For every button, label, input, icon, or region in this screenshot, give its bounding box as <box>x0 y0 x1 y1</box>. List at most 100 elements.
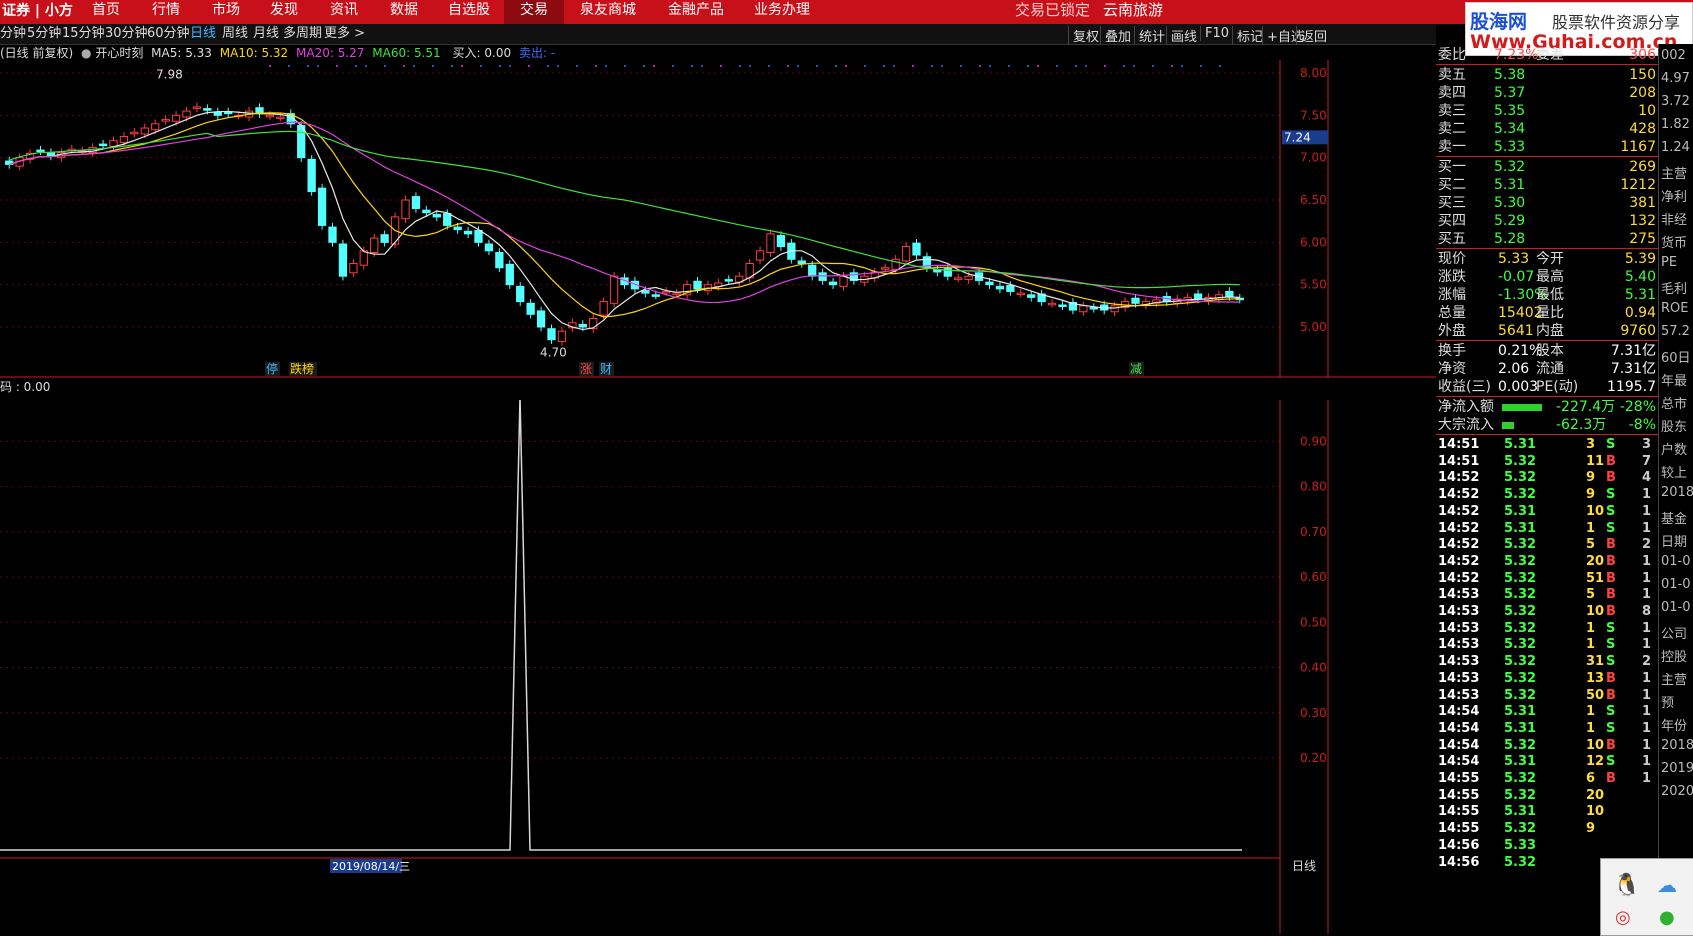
indicator-name[interactable]: 开心时刻 <box>95 46 143 60</box>
buy-row: 买三 5.30 381 <box>1436 194 1658 213</box>
stat-label: 换手 <box>1438 343 1466 359</box>
signal-dot <box>845 65 847 67</box>
tick-count: 7 <box>1642 453 1652 469</box>
tick-count: 1 <box>1642 720 1652 736</box>
swirl-icon[interactable]: ◎ <box>1615 907 1631 928</box>
tick-side: S <box>1606 437 1616 452</box>
tick-time: 14:53 <box>1438 654 1480 670</box>
tick-row: 14:56 5.33 <box>1436 837 1658 855</box>
penguin-icon[interactable]: 🐧 <box>1613 873 1640 898</box>
nav-item-0[interactable]: 首页 <box>92 0 120 24</box>
tick-side: B <box>1606 737 1616 753</box>
toolbar-button-4[interactable]: F10 <box>1200 26 1233 41</box>
tick-time: 14:52 <box>1438 487 1480 503</box>
nav-item-1[interactable]: 行情 <box>152 0 180 24</box>
tick-row: 14:54 5.31 1 S 1 <box>1436 720 1658 738</box>
tick-volume: 3 <box>1586 437 1596 452</box>
candlestick-chart[interactable]: 8.00 7.50 7.00 6.50 6.00 5.50 5.00 7.24 7.98 4.70… <box>0 60 1436 378</box>
sell-row: 卖二 5.34 428 <box>1436 120 1658 139</box>
side-item: 主营 <box>1661 673 1688 688</box>
tick-row: 14:53 5.32 13 B 1 <box>1436 670 1658 688</box>
event-marker[interactable]: 跌榜 <box>290 361 314 376</box>
signal-dot <box>691 65 693 67</box>
period-item-3[interactable]: 30分钟 <box>105 26 148 42</box>
nav-item-7[interactable]: 交易 <box>504 0 564 24</box>
flow-value: -62.3万 <box>1556 417 1607 433</box>
event-marker[interactable]: 减 <box>1130 362 1142 376</box>
period-item-7[interactable]: 月线 <box>253 26 279 42</box>
signal-dot <box>336 65 338 67</box>
candle-body <box>995 285 1005 290</box>
period-toolbar: 分钟 5分钟 15分钟 30分钟 60分钟 日线 周线 月线 多周期 更多 > 复权 叠加 统计 画线 F1… <box>0 24 1436 45</box>
toolbar-button-0[interactable]: 复权 <box>1068 26 1103 45</box>
nav-item-9[interactable]: 金融产品 <box>668 0 724 24</box>
nav-item-10[interactable]: 业务办理 <box>754 0 810 24</box>
signal-dot <box>720 65 722 67</box>
tick-count: 1 <box>1642 754 1652 770</box>
indicator-chart[interactable]: 1.00 0.90 0.80 0.70 0.60 0.50 0.40 0.30 0.20 2019… <box>0 400 1436 934</box>
weibi-row: 委比 7.23% 委差 306 <box>1436 46 1658 65</box>
side-item: 股东 <box>1661 420 1688 435</box>
tick-side: S <box>1606 654 1616 670</box>
toolbar-button-7[interactable]: 返回 <box>1296 26 1331 45</box>
tick-volume: 1 <box>1586 704 1596 720</box>
stat-label: 收益(三) <box>1438 379 1491 395</box>
ma60-value: MA60: 5.51 <box>372 46 441 60</box>
tick-volume: 5 <box>1586 537 1596 553</box>
tick-time: 14:53 <box>1438 587 1480 603</box>
cloud-icon[interactable]: ☁ <box>1657 873 1677 897</box>
stat-label-2: 内盘 <box>1536 323 1564 339</box>
period-item-6[interactable]: 周线 <box>222 26 248 42</box>
price-tick-label: 5.00 <box>1300 320 1327 334</box>
tick-volume: 6 <box>1586 771 1596 786</box>
nav-item-8[interactable]: 泉友商城 <box>580 0 636 24</box>
flow-pct: -28% <box>1619 399 1656 415</box>
buy-price: 5.31 <box>1494 177 1526 193</box>
nav-item-4[interactable]: 资讯 <box>330 0 358 24</box>
stat-label: 涨跌 <box>1438 269 1466 285</box>
nav-item-6[interactable]: 自选股 <box>448 0 490 24</box>
trade-lock-status[interactable]: 交易已锁定 <box>1015 0 1090 20</box>
candle-body <box>828 281 838 286</box>
signal-dot <box>989 65 991 67</box>
toolbar-button-3[interactable]: 画线 <box>1166 26 1201 45</box>
ma10-value: MA10: 5.32 <box>219 46 289 60</box>
period-item-9[interactable]: 更多 > <box>324 26 365 42</box>
nav-item-5[interactable]: 数据 <box>390 0 418 24</box>
side-item: 年份 <box>1661 719 1688 734</box>
settings-circle-icon[interactable]: ● <box>81 46 91 60</box>
candle-body <box>359 250 368 266</box>
nav-item-2[interactable]: 市场 <box>212 0 240 24</box>
toolbar-button-1[interactable]: 叠加 <box>1100 26 1135 45</box>
stat-value-2: 7.31亿 <box>1610 361 1656 377</box>
stat-value-2: 5.31 <box>1624 287 1656 303</box>
signal-dot <box>979 65 981 67</box>
period-item-0[interactable]: 分钟 <box>0 26 26 42</box>
candle-body <box>505 263 514 286</box>
period-item-1[interactable]: 5分钟 <box>27 26 61 42</box>
signal-dot <box>365 65 367 67</box>
event-marker[interactable]: 停 <box>266 361 278 376</box>
tick-side: S <box>1606 637 1616 653</box>
candle-body <box>495 251 504 269</box>
sell-volume: 208 <box>1629 85 1656 101</box>
period-item-2[interactable]: 15分钟 <box>62 26 105 42</box>
price-tick-label: 5.50 <box>1300 278 1327 292</box>
candle-body <box>776 235 786 248</box>
signal-dot <box>307 65 309 67</box>
chat-bubble-icon[interactable]: ● <box>1659 907 1675 928</box>
event-marker[interactable]: 涨 <box>580 361 592 376</box>
chart-mode-label[interactable]: (日线 前复权) <box>0 46 73 60</box>
tick-volume: 9 <box>1586 821 1596 837</box>
event-marker[interactable]: 财 <box>600 362 612 376</box>
nav-item-3[interactable]: 发现 <box>270 0 298 24</box>
toolbar-button-2[interactable]: 统计 <box>1134 26 1169 45</box>
indicator-title: 码 : 0.00 <box>0 380 51 394</box>
indicator-tick-label: 0.60 <box>1300 570 1327 584</box>
tick-count: 1 <box>1642 587 1652 603</box>
chat-popup[interactable]: 🐧 ☁ ◎ ● <box>1600 858 1693 936</box>
period-item-4[interactable]: 60分钟 <box>147 26 190 42</box>
period-item-8[interactable]: 多周期 <box>283 26 322 42</box>
buy-row: 买五 5.28 275 <box>1436 230 1658 249</box>
period-item-5[interactable]: 日线 <box>190 26 216 42</box>
